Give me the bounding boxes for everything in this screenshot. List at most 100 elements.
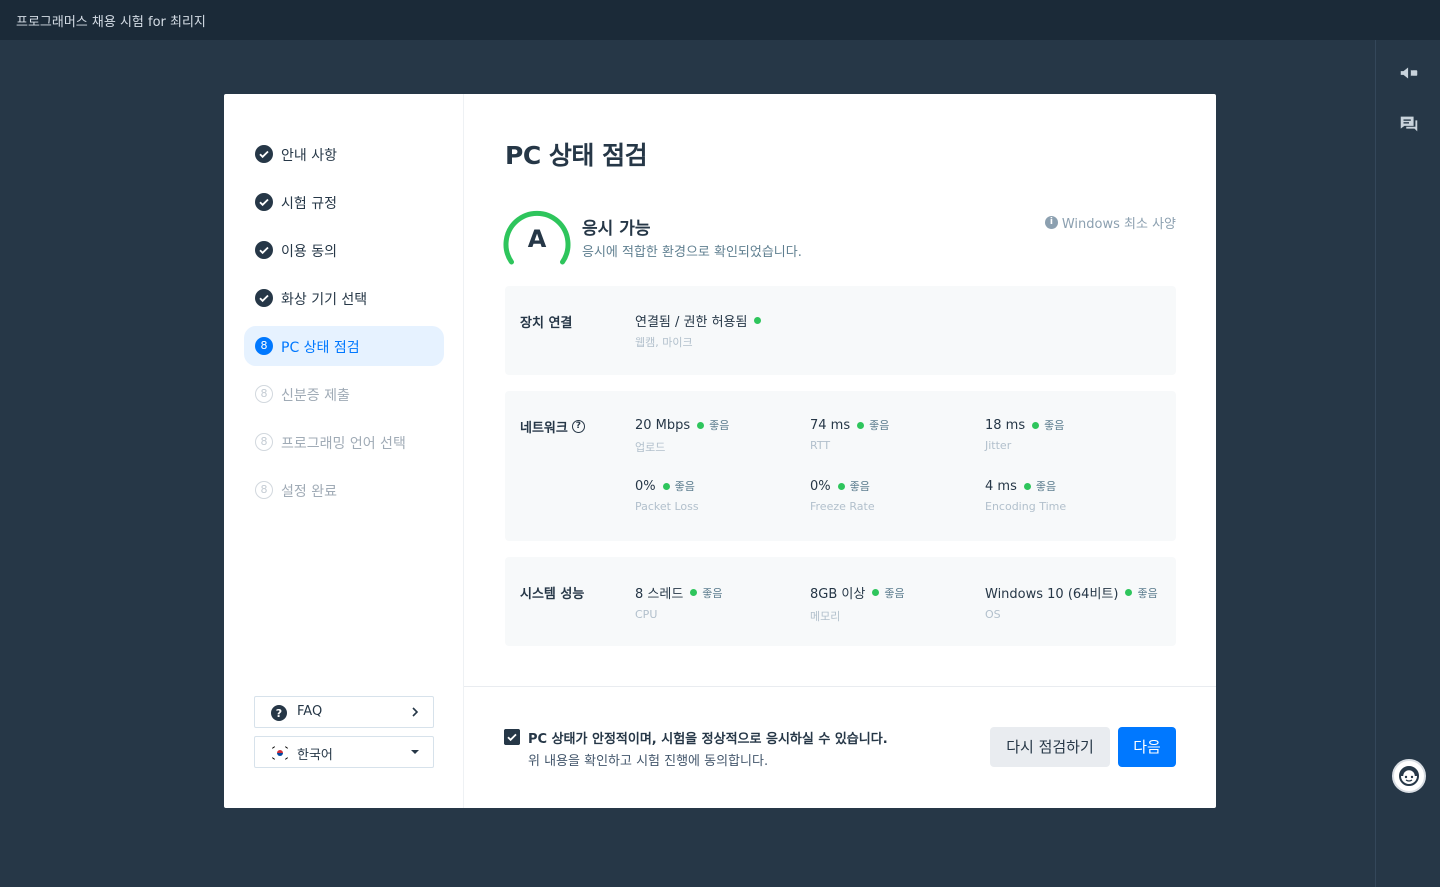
device-label: 웹캠, 마이크 — [635, 336, 693, 349]
encoding-time-metric: 4 ms 좋음 Encoding Time — [985, 478, 1067, 514]
faq-label: FAQ — [297, 704, 323, 719]
step-label: 설정 완료 — [281, 484, 337, 500]
metric-value: 74 ms — [810, 417, 851, 433]
question-circle-icon: ? — [271, 705, 287, 721]
agree-sub-text: 위 내용을 확인하고 시험 진행에 동의합니다. — [528, 754, 769, 769]
agree-main-text: PC 상태가 안정적이며, 시험을 정상적으로 응시하실 수 있습니다. — [528, 732, 888, 747]
metric-status: 좋음 — [849, 480, 870, 493]
step-label: 프로그래밍 언어 선택 — [281, 436, 406, 452]
spec-link-label: Windows 최소 사양 — [1061, 217, 1176, 232]
device-panel: 장치 연결 연결됨 / 권한 허용됨 웹캠, 마이크 — [505, 286, 1176, 375]
check-circle-icon — [255, 289, 273, 307]
caret-down-icon — [411, 750, 419, 754]
chevron-right-icon — [412, 707, 419, 717]
step-label: 화상 기기 선택 — [281, 292, 368, 308]
network-panel: 네트워크 ? 20 Mbps 좋음 업로드 74 ms 좋음 RTT 18 ms 좋음… — [505, 391, 1176, 541]
korea-flag-icon — [271, 746, 289, 760]
metric-value: 8GB 이상 — [810, 587, 866, 602]
status-dot — [697, 421, 705, 429]
status-dot — [690, 589, 698, 596]
grade-letter: A — [527, 225, 547, 253]
metric-label: 메모리 — [810, 610, 841, 623]
svg-text:?: ? — [276, 707, 282, 720]
metric-value: Windows 10 (64비트) — [985, 587, 1119, 602]
rtt-metric: 74 ms 좋음 RTT — [810, 417, 890, 453]
step-guide[interactable]: 안내 사항 — [244, 134, 444, 174]
top-bar: 프로그래머스 채용 시험 for 최리지 — [0, 0, 1440, 40]
metric-status: 좋음 — [674, 480, 695, 493]
metric-status: 좋음 — [1137, 586, 1158, 600]
pc-check-modal: 안내 사항 시험 규정 이용 동의 화상 기기 선택 8 PC 상태 점검 8 … — [224, 94, 1216, 808]
os-metric: Windows 10 (64비트) 좋음 OS — [985, 583, 1158, 622]
metric-label: CPU — [635, 608, 658, 621]
metric-status: 좋음 — [869, 419, 890, 432]
jitter-metric: 18 ms 좋음 Jitter — [985, 417, 1065, 453]
step-number: 8 — [255, 433, 273, 451]
freeze-rate-metric: 0% 좋음 Freeze Rate — [810, 478, 875, 514]
step-language-select: 8 프로그래밍 언어 선택 — [244, 422, 444, 462]
language-select[interactable]: 한국어 — [254, 736, 434, 768]
status-dot — [872, 589, 880, 596]
page-title: PC 상태 점검 — [505, 141, 648, 170]
system-title: 시스템 성능 — [520, 587, 585, 602]
step-number: 8 — [255, 481, 273, 499]
metric-label: RTT — [810, 439, 831, 452]
metric-status: 좋음 — [709, 419, 730, 432]
recheck-button[interactable]: 다시 점검하기 — [990, 727, 1110, 767]
upload-metric: 20 Mbps 좋음 업로드 — [635, 417, 729, 455]
step-pc-check[interactable]: 8 PC 상태 점검 — [244, 326, 444, 366]
device-title: 장치 연결 — [520, 316, 573, 331]
support-avatar-icon[interactable] — [1392, 759, 1426, 793]
check-circle-icon — [255, 241, 273, 259]
status-dot — [857, 421, 865, 429]
status-subtitle: 응시에 적합한 환경으로 확인되었습니다. — [582, 245, 802, 260]
metric-status: 좋음 — [884, 586, 905, 600]
step-sidebar: 안내 사항 시험 규정 이용 동의 화상 기기 선택 8 PC 상태 점검 8 … — [224, 94, 464, 808]
info-icon: i — [1044, 216, 1058, 229]
main-content: PC 상태 점검 A 응시 가능 응시에 적합한 환경으로 확인되었습니다. i… — [464, 94, 1216, 808]
metric-value: 4 ms — [985, 478, 1017, 494]
metric-status: 좋음 — [1044, 419, 1065, 432]
step-consent[interactable]: 이용 동의 — [244, 230, 444, 270]
packet-loss-metric: 0% 좋음 Packet Loss — [635, 478, 699, 514]
step-label: 이용 동의 — [281, 244, 337, 260]
step-number: 8 — [255, 337, 273, 355]
step-label: 신분증 제출 — [281, 388, 350, 404]
language-label: 한국어 — [297, 748, 333, 763]
faq-button[interactable]: ? FAQ — [254, 696, 434, 728]
app-title: 프로그래머스 채용 시험 for 최리지 — [16, 15, 206, 30]
metric-label: Freeze Rate — [810, 500, 875, 513]
step-complete: 8 설정 완료 — [244, 470, 444, 510]
windows-spec-link[interactable]: i Windows 최소 사양 — [1044, 213, 1176, 232]
help-icon[interactable]: ? — [571, 420, 585, 433]
metric-status: 좋음 — [1035, 480, 1057, 493]
metric-value: 0% — [635, 478, 656, 494]
megaphone-icon[interactable] — [1398, 62, 1420, 84]
step-label: 시험 규정 — [281, 196, 337, 212]
status-dot — [662, 482, 670, 490]
metric-label: OS — [985, 608, 1001, 621]
step-label: 안내 사항 — [281, 148, 337, 164]
chat-icon[interactable] — [1398, 113, 1420, 135]
status-dot — [1032, 421, 1040, 429]
device-metric: 연결됨 / 권한 허용됨 웹캠, 마이크 — [635, 311, 766, 350]
cpu-metric: 8 스레드 좋음 CPU — [635, 583, 723, 622]
step-rules[interactable]: 시험 규정 — [244, 182, 444, 222]
metric-label: Jitter — [985, 439, 1012, 452]
step-number: 8 — [255, 385, 273, 403]
system-panel: 시스템 성능 8 스레드 좋음 CPU 8GB 이상 좋음 메모리 Windows … — [505, 557, 1176, 646]
step-device-select[interactable]: 화상 기기 선택 — [244, 278, 444, 318]
right-rail — [1375, 40, 1440, 887]
metric-value: 20 Mbps — [635, 417, 691, 433]
metric-status: 좋음 — [702, 586, 723, 600]
status-dot — [1125, 589, 1133, 596]
metric-label: Encoding Time — [985, 500, 1067, 513]
status-title: 응시 가능 — [582, 219, 651, 239]
check-circle-icon — [255, 193, 273, 211]
agree-checkbox[interactable] — [504, 729, 520, 745]
status-dot — [754, 317, 762, 324]
next-button[interactable]: 다음 — [1118, 727, 1176, 767]
metric-label: 업로드 — [635, 441, 666, 454]
footer-divider — [464, 686, 1216, 687]
device-value: 연결됨 / 권한 허용됨 — [635, 315, 748, 330]
